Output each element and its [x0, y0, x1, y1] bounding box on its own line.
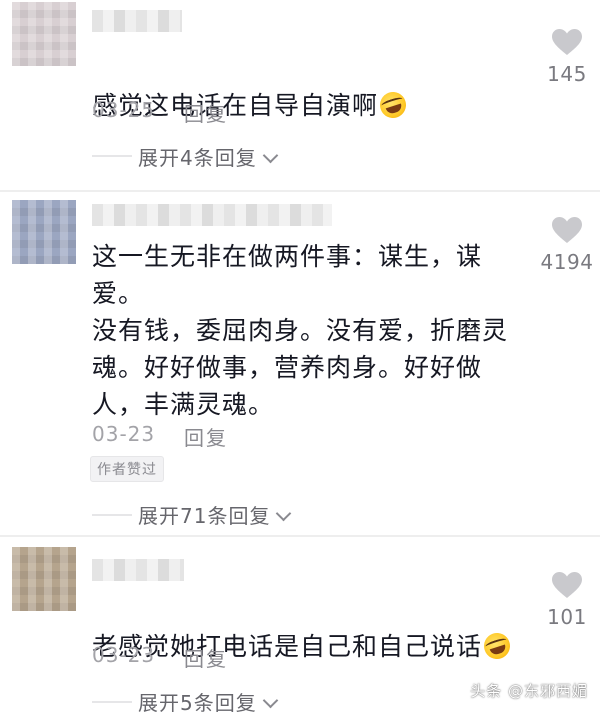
like-count: 4194	[540, 250, 594, 274]
chevron-down-icon	[276, 505, 292, 522]
like-button[interactable]: 101	[532, 571, 600, 629]
expand-divider	[92, 514, 132, 516]
like-count: 101	[547, 605, 587, 629]
chevron-down-icon	[262, 147, 279, 164]
like-button[interactable]: 145	[532, 28, 600, 86]
comment-date: 03-25	[92, 98, 156, 122]
username-blurred[interactable]	[92, 10, 182, 32]
username-blurred[interactable]	[92, 204, 332, 226]
like-button[interactable]: 4194	[532, 216, 600, 274]
comment-2: 这一生无非在做两件事：谋生，谋 爱。 没有钱，委屈肉身。没有爱，折磨灵 魂。好好…	[0, 192, 600, 532]
comment-text: 这一生无非在做两件事：谋生，谋 爱。 没有钱，委屈肉身。没有爱，折磨灵 魂。好好…	[92, 242, 509, 419]
avatar[interactable]	[12, 547, 76, 611]
author-liked-badge: 作者赞过	[90, 456, 164, 482]
comment-date: 03-23	[92, 643, 156, 667]
avatar[interactable]	[12, 200, 76, 264]
chevron-down-icon	[262, 692, 279, 709]
watermark: 头条 @东邪西媚	[470, 682, 588, 700]
expand-replies-button[interactable]: 展开4条回复	[138, 142, 279, 171]
reply-button[interactable]: 回复	[184, 422, 228, 451]
avatar[interactable]	[12, 2, 76, 66]
username-blurred[interactable]	[92, 559, 184, 581]
rolling-laughing-emoji-icon	[480, 629, 514, 663]
reply-button[interactable]: 回复	[184, 643, 228, 672]
reply-button[interactable]: 回复	[184, 98, 228, 127]
expand-replies-button[interactable]: 展开5条回复	[138, 687, 279, 716]
heart-icon	[552, 217, 582, 243]
expand-replies-button[interactable]: 展开71条回复	[138, 500, 292, 529]
heart-icon	[552, 29, 582, 55]
expand-divider	[92, 701, 132, 703]
comment-date: 03-23	[92, 422, 156, 446]
expand-divider	[92, 155, 132, 157]
heart-icon	[552, 572, 582, 598]
rolling-laughing-emoji-icon	[376, 88, 410, 122]
comment-1: 感觉这电话在自导自演啊 03-25 回复 展开4条回复 145	[0, 0, 600, 190]
like-count: 145	[547, 62, 587, 86]
